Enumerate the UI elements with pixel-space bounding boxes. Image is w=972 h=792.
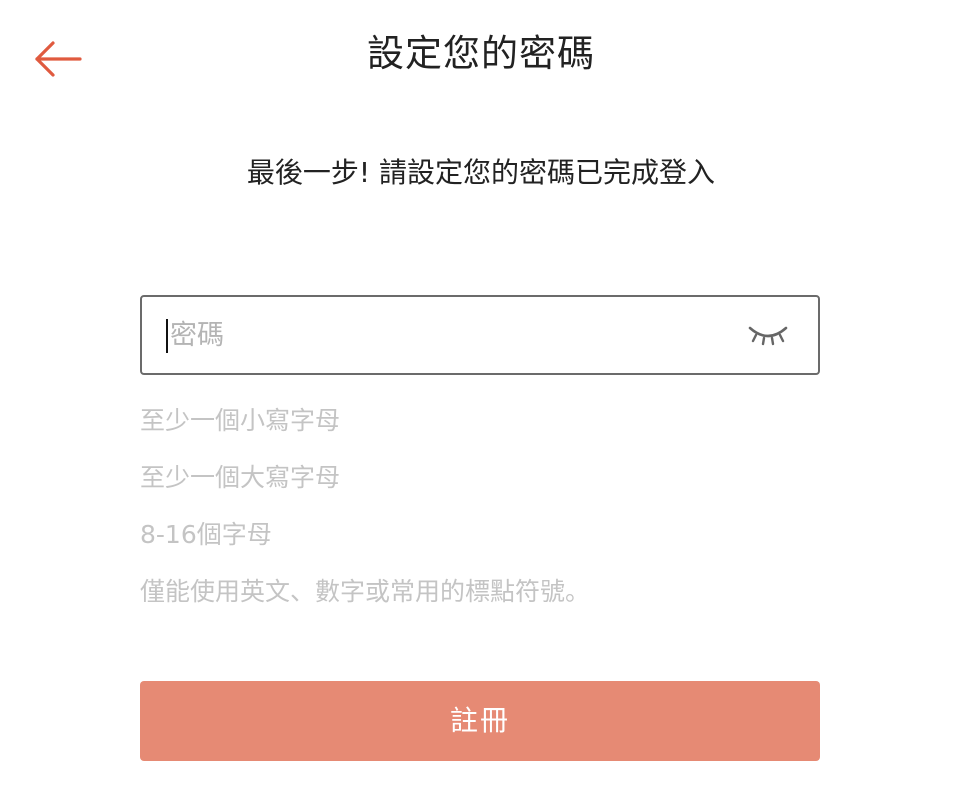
rule-length: 8-16個字母 xyxy=(140,520,272,549)
rule-uppercase: 至少一個大寫字母 xyxy=(140,463,341,492)
set-password-page: 設定您的密碼 最後一步! 請設定您的密碼已完成登入 至少一個小寫字母 至少一個大… xyxy=(0,0,972,792)
page-title: 設定您的密碼 xyxy=(367,32,595,75)
text-caret xyxy=(166,319,168,353)
password-rules-list: 至少一個小寫字母 至少一個大寫字母 8-16個字母 僅能使用英文、數字或常用的標… xyxy=(140,392,820,620)
show-password-toggle[interactable] xyxy=(746,321,790,349)
password-input[interactable] xyxy=(164,297,730,373)
password-field-container xyxy=(140,295,820,375)
rule-allowed-characters: 僅能使用英文、數字或常用的標點符號。 xyxy=(140,577,591,606)
rule-lowercase: 至少一個小寫字母 xyxy=(140,406,341,435)
page-subtitle: 最後一步! 請設定您的密碼已完成登入 xyxy=(246,156,716,189)
register-button[interactable]: 註冊 xyxy=(140,681,820,761)
eye-closed-icon xyxy=(748,326,788,346)
